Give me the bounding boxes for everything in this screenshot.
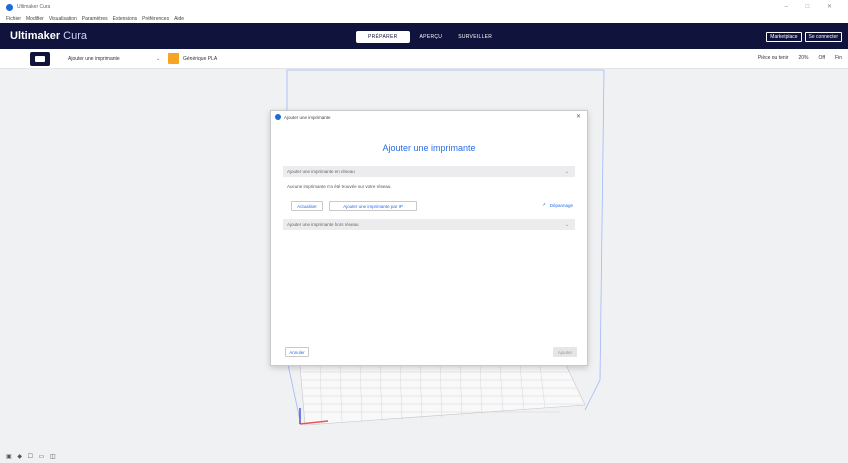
dialog-window-title: Ajouter une imprimante <box>284 114 331 120</box>
chevron-down-icon: ⌄ <box>156 56 161 62</box>
add-printer-dialog: Ajouter une imprimante ✕ Ajouter une imp… <box>270 110 588 366</box>
printer-selector-label: Ajouter une imprimante <box>68 56 120 62</box>
view-tools[interactable]: ▣ ◆ ☐ ▭ ◫ <box>6 453 58 460</box>
menu-file[interactable]: Fichier <box>6 16 21 22</box>
window-titlebar: Ultimaker Cura – □ ✕ <box>0 0 848 14</box>
window-controls[interactable]: – □ ✕ <box>785 3 840 10</box>
dialog-heading: Ajouter une imprimante <box>382 143 476 153</box>
local-printer-section[interactable]: Ajouter une imprimante hors réseau ⌄ <box>283 219 575 230</box>
add-by-ip-button[interactable]: Ajouter une imprimante par IP <box>329 201 417 211</box>
chevron-down-icon: ⌄ <box>564 221 569 228</box>
network-info-text: Aucune imprimante n'a été trouvée sur vo… <box>287 184 392 189</box>
signin-button[interactable]: Se connecter <box>804 32 842 42</box>
print-settings-summary[interactable]: Pièce ou tenir 20% Off Fin <box>758 55 842 61</box>
menu-view[interactable]: Visualisation <box>49 16 77 22</box>
quality-setting: Fin <box>835 55 842 61</box>
dialog-titlebar: Ajouter une imprimante ✕ <box>271 111 587 123</box>
cancel-button[interactable]: Annuler <box>285 347 309 357</box>
app-header: Ultimaker Cura PRÉPARER APERÇU SURVEILLER… <box>0 23 848 49</box>
close-icon[interactable]: ✕ <box>576 113 581 120</box>
header-actions: Marketplace Se connecter <box>766 32 842 42</box>
cura-logo-icon <box>275 114 281 120</box>
menu-bar: Fichier Modifier Visualisation Paramètre… <box>0 14 848 23</box>
stage-tabs: PRÉPARER APERÇU SURVEILLER <box>356 31 498 43</box>
brand-logo: Ultimaker Cura <box>10 30 87 42</box>
open-file-button[interactable] <box>30 52 50 66</box>
material-selector[interactable]: Générique PLA <box>168 53 217 64</box>
add-button[interactable]: Ajouter <box>553 347 577 357</box>
refresh-button[interactable]: Actualiser <box>291 201 323 211</box>
main-toolbar: Ajouter une imprimante ⌄ Générique PLA P… <box>0 49 848 69</box>
cura-window: Ultimaker Cura – □ ✕ Fichier Modifier Vi… <box>0 0 848 463</box>
window-title: Ultimaker Cura <box>17 4 51 10</box>
chevron-down-icon: ⌄ <box>564 168 569 175</box>
external-link-icon: ↗ <box>541 202 546 207</box>
menu-edit[interactable]: Modifier <box>26 16 44 22</box>
infill-setting: 20% <box>798 55 809 61</box>
menu-extensions[interactable]: Extensions <box>113 16 137 22</box>
folder-icon <box>35 56 45 62</box>
tab-preview[interactable]: APERÇU <box>414 31 449 43</box>
network-printer-section[interactable]: Ajouter une imprimante en réseau ⌄ <box>283 166 575 177</box>
material-color-icon <box>168 53 179 64</box>
tab-monitor[interactable]: SURVEILLER <box>452 31 498 43</box>
troubleshoot-link[interactable]: ↗ Dépannage <box>542 202 573 208</box>
marketplace-button[interactable]: Marketplace <box>766 32 802 42</box>
tab-prepare[interactable]: PRÉPARER <box>356 31 410 43</box>
menu-preferences[interactable]: Préférences <box>142 16 169 22</box>
adhesion-setting: Off <box>818 55 826 61</box>
support-setting: Pièce ou tenir <box>757 55 789 61</box>
material-label: Générique PLA <box>183 55 218 62</box>
printer-selector[interactable]: Ajouter une imprimante ⌄ <box>68 56 160 62</box>
brand-product: Cura <box>63 30 87 42</box>
menu-help[interactable]: Aide <box>174 16 184 22</box>
network-section-label: Ajouter une imprimante en réseau <box>287 169 355 174</box>
menu-settings[interactable]: Paramètres <box>82 16 108 22</box>
local-section-label: Ajouter une imprimante hors réseau <box>287 222 359 227</box>
cura-logo-icon <box>6 3 13 11</box>
troubleshoot-label: Dépannage <box>549 202 573 208</box>
brand-name: Ultimaker <box>10 30 61 42</box>
